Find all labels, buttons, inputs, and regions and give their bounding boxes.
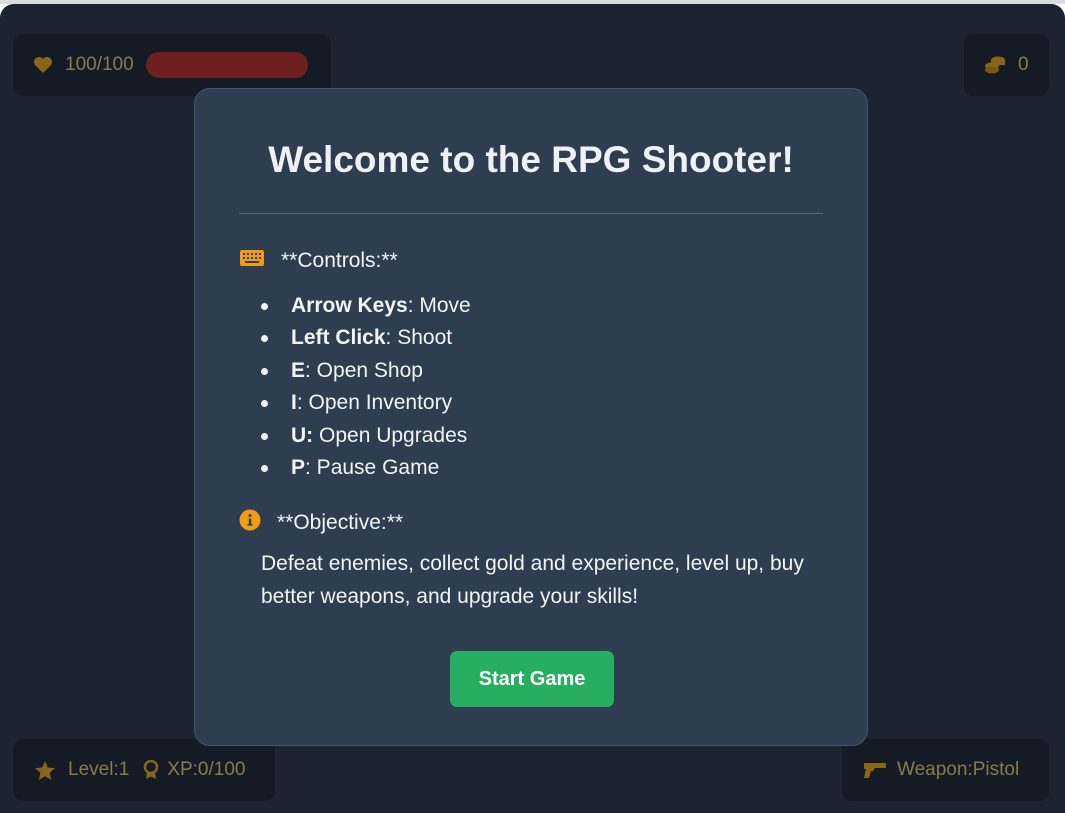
list-item: E: Open Shop [261,355,471,387]
health-bar [145,52,308,78]
control-key: Arrow Keys [291,294,408,317]
coins-icon [984,54,1006,76]
health-bar-fill [145,52,308,78]
health-panel: 100/100 [13,34,331,96]
controls-list: Arrow Keys: Move Left Click: Shoot E: Op… [259,290,471,484]
control-key: U: [291,423,314,447]
gold-text: 0 [1018,54,1029,75]
list-item: P: Pause Game [261,452,471,484]
list-item: I: Open Inventory [261,387,471,419]
level-panel: Level:1 XP:0/100 [13,739,275,801]
control-action: Open Upgrades [313,423,468,447]
list-item: U: Open Upgrades [261,420,471,452]
health-text: 100/100 [65,54,134,75]
objective-text: Defeat enemies, collect gold and experie… [261,552,804,608]
control-action: : Move [407,294,471,317]
award-icon [143,760,159,780]
list-item: Left Click: Shoot [261,322,471,354]
xp-text: XP:0/100 [167,759,246,780]
game-area[interactable]: 100/100 0 Level:1 XP:0/100 Weapon:Pistol… [0,4,1065,813]
weapon-text: Weapon:Pistol [897,759,1020,780]
heart-icon [33,56,53,74]
star-icon [34,760,56,781]
control-key: E [291,358,306,382]
keyboard-icon [239,249,265,273]
weapon-panel: Weapon:Pistol [842,739,1049,801]
control-action: : Open Shop [305,358,423,382]
control-key: P [291,455,306,479]
gun-icon [863,761,887,779]
level-text: Level:1 [68,759,130,780]
list-item: Arrow Keys: Move [261,290,471,322]
title-divider [239,213,823,214]
modal-title: Welcome to the RPG Shooter! [268,139,794,180]
objective-heading: **Objective:** [239,509,403,537]
controls-heading: **Controls:** [239,249,398,273]
gold-panel: 0 [964,34,1049,96]
control-action: : Open Inventory [296,391,453,415]
control-key: Left Click [291,326,386,350]
info-icon [239,509,261,537]
start-game-button[interactable]: Start Game [450,651,614,707]
objective-heading-label: **Objective:** [277,511,404,534]
welcome-modal: Welcome to the RPG Shooter! **Controls:*… [194,88,868,746]
control-action: : Shoot [385,326,453,350]
controls-heading-label: **Controls:** [281,249,398,272]
control-action: : Pause Game [305,455,440,479]
